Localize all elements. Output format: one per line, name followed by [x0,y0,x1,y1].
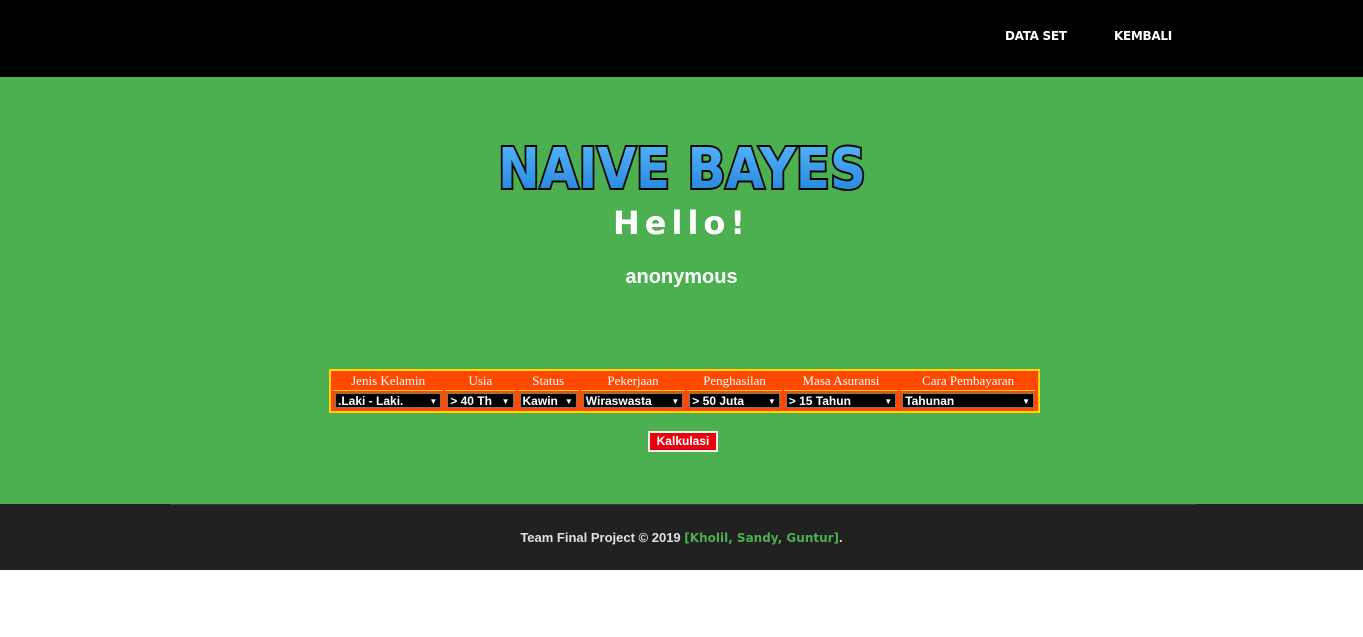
cara-pembayaran-select[interactable]: Tahunan ▼ [902,393,1034,408]
masa-asuransi-select[interactable]: > 15 Tahun ▼ [785,393,897,408]
criteria-select-row: .Laki - Laki. ▼ > 40 Th ▼ Kawin ▼ Wiraswast… [333,391,1036,411]
footer-divider [170,504,1196,505]
header-pekerjaan: Pekerjaan [580,371,686,391]
chevron-down-icon: ▼ [1022,397,1030,406]
prediction-form: Jenis Kelamin Usia Status Pekerjaan Peng… [329,369,1040,413]
chevron-down-icon: ▼ [884,397,893,406]
header-jenis-kelamin: Jenis Kelamin [333,371,444,391]
jenis-kelamin-value: .Laki - Laki. [338,394,404,408]
nav-link-kembali[interactable]: KEMBALI [1114,29,1172,43]
header-status: Status [517,371,579,391]
header-masa-asuransi: Masa Asuransi [783,371,899,391]
criteria-header-row: Jenis Kelamin Usia Status Pekerjaan Peng… [333,371,1036,391]
chevron-down-icon: ▼ [501,397,510,406]
naive-bayes-logo: NAIVE BAYES [496,136,868,200]
usia-select[interactable]: > 40 Th ▼ [447,393,514,408]
top-navbar: DATA SET KEMBALI [0,0,1363,77]
greeting-heading: Hello! [613,204,750,242]
kalkulasi-button[interactable]: Kalkulasi [648,431,718,452]
jenis-kelamin-select[interactable]: .Laki - Laki. ▼ [335,393,442,408]
footer-team-names: [Kholil, Sandy, Guntur] [684,531,840,545]
penghasilan-select[interactable]: > 50 Juta ▼ [689,393,780,408]
criteria-table: Jenis Kelamin Usia Status Pekerjaan Peng… [331,371,1038,411]
pekerjaan-select[interactable]: Wiraswasta ▼ [582,393,684,408]
logo-text: NAIVE BAYES [498,137,866,200]
header-usia: Usia [445,371,516,391]
cara-pembayaran-value: Tahunan [905,394,955,408]
chevron-down-icon: ▼ [767,397,776,406]
chevron-down-icon: ▼ [564,397,573,406]
page-footer: Team Final Project © 2019 [Kholil, Sandy… [0,504,1363,570]
footer-copyright: Team Final Project © 2019 [520,530,685,545]
username-label: anonymous [625,266,738,288]
masa-asuransi-value: > 15 Tahun [788,394,851,408]
chevron-down-icon: ▼ [429,397,438,406]
header-cara-pembayaran: Cara Pembayaran [900,371,1036,391]
status-select[interactable]: Kawin ▼ [519,393,577,408]
nav-link-data-set[interactable]: DATA SET [1005,29,1067,43]
usia-value: > 40 Th [450,394,492,408]
status-value: Kawin [522,394,558,408]
chevron-down-icon: ▼ [671,397,680,406]
footer-credits: Team Final Project © 2019 [Kholil, Sandy… [0,530,1363,545]
header-penghasilan: Penghasilan [687,371,782,391]
pekerjaan-value: Wiraswasta [585,394,652,408]
penghasilan-value: > 50 Juta [692,394,744,408]
footer-period: . [839,530,843,545]
